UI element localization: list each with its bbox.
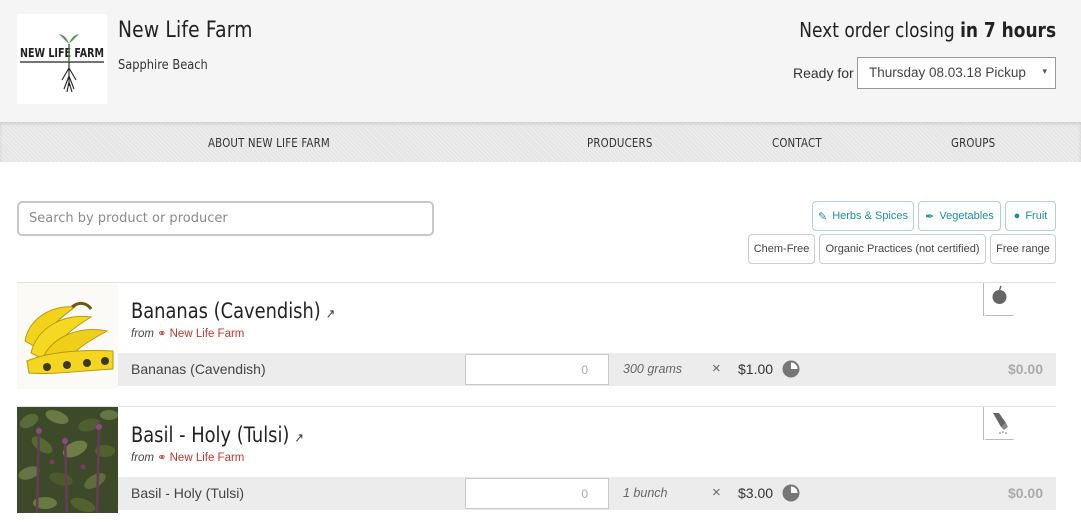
filter-label: Herbs & Spices (832, 210, 909, 222)
farm-location: Sapphire Beach (118, 58, 208, 73)
filter-label: Free range (996, 243, 1050, 255)
filter-fruit[interactable]: ● Fruit (1005, 201, 1056, 231)
logo-icon: NEW LIFE FARM (20, 34, 104, 93)
quantity-input[interactable]: 0 (465, 354, 609, 385)
producer-link[interactable]: New Life Farm (170, 328, 245, 340)
filter-free-range[interactable]: Free range (990, 234, 1056, 264)
filter-label: Organic Practices (not certified) (825, 243, 980, 255)
from-label: from (131, 328, 154, 340)
product-producer-line: from ⚭ New Life Farm (131, 451, 244, 464)
nav-about[interactable]: ABOUT NEW LIFE FARM (208, 135, 330, 150)
bicycle-icon: ⚭ (157, 328, 167, 340)
pie-chart-icon[interactable] (782, 484, 800, 502)
nav-producers[interactable]: PRODUCERS (587, 135, 653, 150)
closing-prefix: Next order closing (799, 18, 955, 42)
nav-groups[interactable]: GROUPS (951, 135, 995, 150)
variant-name: Basil - Holy (Tulsi) (131, 485, 245, 501)
product-image[interactable] (17, 283, 118, 389)
producer-link[interactable]: New Life Farm (170, 452, 245, 464)
times-symbol: × (712, 360, 721, 377)
pickup-date-value: Thursday 08.03.18 Pickup (869, 65, 1026, 80)
unit-price: $1.00 (738, 361, 774, 377)
chevron-down-icon: ▾ (1042, 66, 1047, 76)
unit-size: 1 bunch (623, 486, 668, 500)
quantity-input[interactable]: 0 (465, 478, 609, 509)
external-link-icon[interactable]: ↗ (326, 307, 335, 322)
carrot-icon: ✒ (925, 210, 935, 223)
product-variant-row: Basil - Holy (Tulsi) 0 1 bunch × $3.00 $… (118, 477, 1056, 510)
product-title-text: Bananas (Cavendish) (131, 299, 321, 323)
product-card: Basil - Holy (Tulsi) ↗ from ⚭ New Life Fa… (17, 406, 1056, 513)
search-input[interactable] (17, 201, 434, 236)
herbs-icon: ✎ (817, 210, 828, 223)
bananas-image (17, 283, 118, 389)
filter-label: Fruit (1025, 210, 1048, 222)
product-title-text: Basil - Holy (Tulsi) (131, 423, 290, 447)
apple-icon (984, 283, 1015, 316)
closing-time: in 7 hours (960, 18, 1056, 42)
product-card: Bananas (Cavendish) ↗ from ⚭ New Life Far… (17, 282, 1056, 389)
external-link-icon[interactable]: ↗ (294, 431, 303, 446)
apple-icon: ● (1013, 210, 1021, 222)
main-nav: ABOUT NEW LIFE FARM PRODUCERS CONTACT GR… (0, 122, 1081, 162)
filter-herbs-spices[interactable]: ✎ Herbs & Spices (812, 201, 914, 231)
svg-text:NEW LIFE FARM: NEW LIFE FARM (20, 45, 104, 60)
order-closing-notice: Next order closing in 7 hours (799, 18, 1056, 42)
line-total: $0.00 (1007, 361, 1043, 377)
basil-image (17, 407, 118, 513)
filter-chem-free[interactable]: Chem-Free (748, 234, 815, 264)
times-symbol: × (712, 484, 721, 501)
product-producer-line: from ⚭ New Life Farm (131, 327, 244, 340)
pickup-date-select[interactable]: Thursday 08.03.18 Pickup ▾ (857, 57, 1056, 89)
from-label: from (131, 452, 154, 464)
farm-logo[interactable]: NEW LIFE FARM (17, 14, 107, 104)
nav-contact[interactable]: CONTACT (772, 135, 822, 150)
product-image[interactable] (17, 407, 118, 513)
herbs-icon (984, 407, 1015, 440)
category-badge (983, 407, 1015, 440)
line-total: $0.00 (1007, 485, 1043, 501)
filter-label: Vegetables (939, 210, 994, 222)
filter-organic-practices[interactable]: Organic Practices (not certified) (819, 234, 986, 264)
header: NEW LIFE FARM New Life Farm Sapphire Bea… (0, 0, 1081, 122)
filter-label: Chem-Free (753, 243, 810, 255)
filter-vegetables[interactable]: ✒ Vegetables (918, 201, 1001, 231)
product-title[interactable]: Basil - Holy (Tulsi) ↗ (131, 423, 304, 447)
category-badge (983, 283, 1015, 316)
product-variant-row: Bananas (Cavendish) 0 300 grams × $1.00 … (118, 353, 1056, 386)
ready-for-label: Ready for (793, 65, 854, 81)
unit-price: $3.00 (738, 485, 774, 501)
pie-chart-icon[interactable] (782, 360, 800, 378)
variant-name: Bananas (Cavendish) (131, 361, 266, 377)
bicycle-icon: ⚭ (157, 452, 167, 464)
unit-size: 300 grams (623, 362, 683, 376)
product-title[interactable]: Bananas (Cavendish) ↗ (131, 299, 335, 323)
farm-name: New Life Farm (118, 18, 253, 43)
